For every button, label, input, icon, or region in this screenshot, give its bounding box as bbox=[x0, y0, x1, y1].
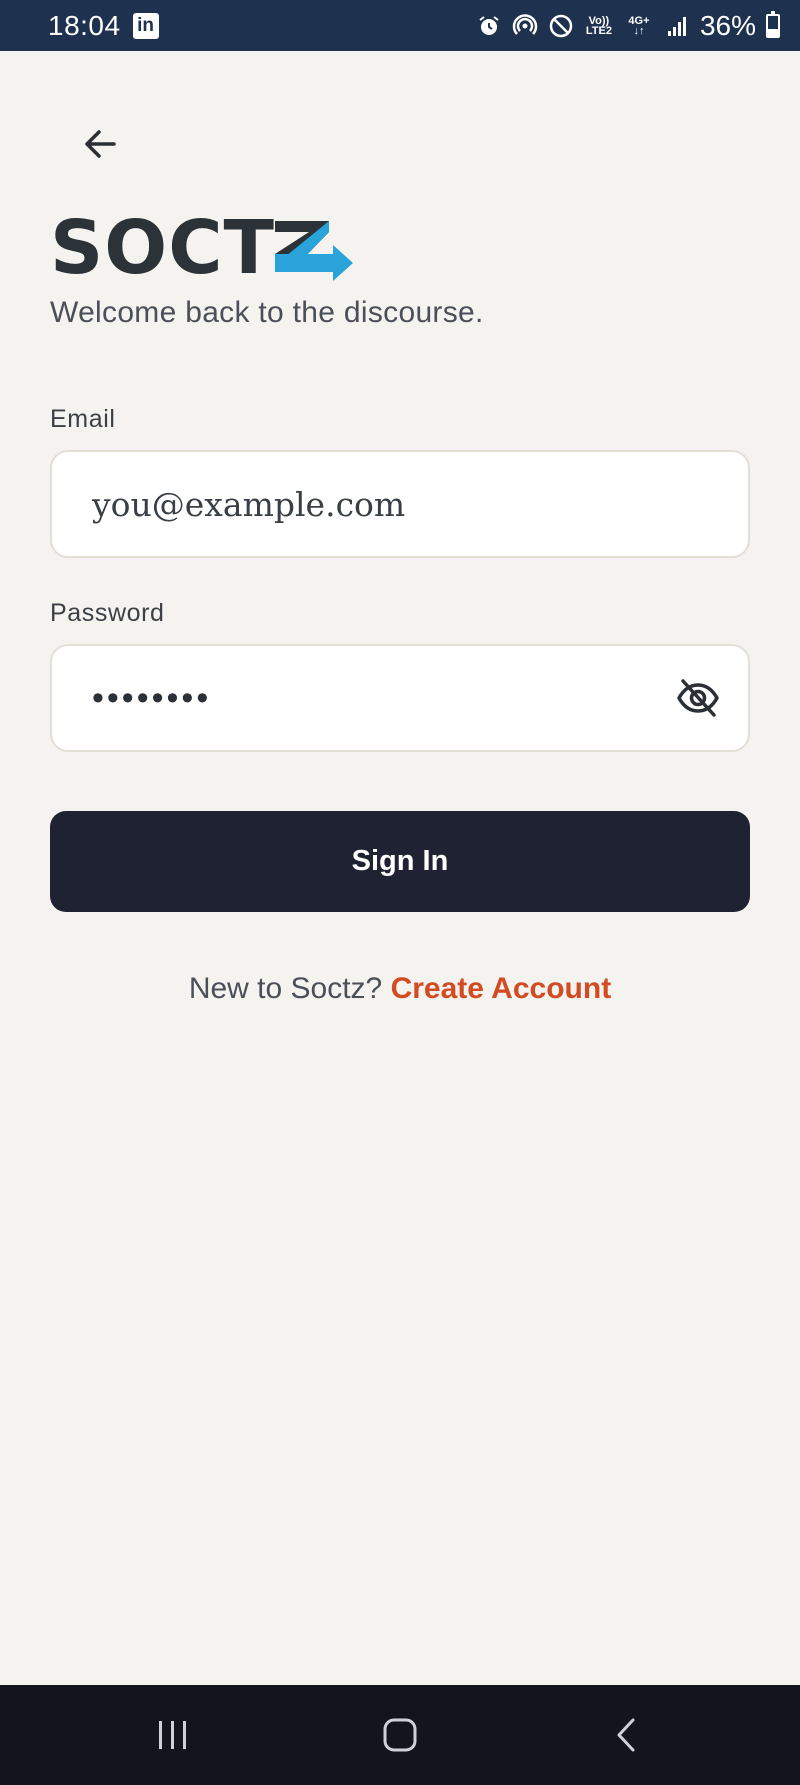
tagline: Welcome back to the discourse. bbox=[50, 296, 484, 329]
email-field[interactable] bbox=[50, 450, 750, 558]
recent-apps-icon bbox=[159, 1721, 187, 1749]
eye-off-icon bbox=[677, 679, 719, 717]
soctz-logo: SOCT bbox=[50, 205, 355, 291]
back-icon bbox=[617, 1718, 635, 1752]
linkedin-icon: in bbox=[132, 12, 159, 39]
data-arrows-icon: ↓↑ bbox=[633, 24, 645, 37]
status-left: 18:04 in bbox=[48, 10, 159, 42]
back-button[interactable] bbox=[70, 118, 130, 170]
battery-icon bbox=[766, 10, 780, 38]
nav-back-button[interactable] bbox=[587, 1695, 667, 1775]
home-button[interactable] bbox=[360, 1695, 440, 1775]
home-icon bbox=[383, 1718, 417, 1752]
status-bar: 18:04 in Vo)) LTE2 4G+ ↓↑ 36% bbox=[0, 0, 800, 51]
volte-icon: Vo)) LTE2 bbox=[584, 13, 614, 39]
password-input[interactable]: •••••••• bbox=[92, 679, 672, 718]
battery-percent: 36% bbox=[699, 9, 756, 41]
password-label: Password bbox=[50, 599, 165, 627]
volte-label-top: Vo)) bbox=[588, 14, 610, 27]
email-label: Email bbox=[50, 405, 116, 433]
volte-label-bottom: LTE2 bbox=[585, 24, 612, 37]
do-not-disturb-icon bbox=[548, 13, 574, 39]
logo-text: SOCT bbox=[50, 205, 275, 291]
network-type-icon: 4G+ ↓↑ bbox=[624, 13, 654, 39]
status-time: 18:04 bbox=[48, 9, 121, 41]
signup-prompt-line: New to Soctz? Create Account bbox=[0, 972, 800, 1006]
logo-z-arrow-icon bbox=[275, 221, 353, 281]
create-account-link[interactable]: Create Account bbox=[391, 972, 612, 1005]
recent-apps-button[interactable] bbox=[133, 1695, 213, 1775]
status-right: Vo)) LTE2 4G+ ↓↑ 36% bbox=[476, 10, 780, 42]
email-input[interactable] bbox=[92, 484, 708, 524]
signup-prompt: New to Soctz? bbox=[188, 972, 383, 1005]
sign-in-button[interactable]: Sign In bbox=[50, 811, 750, 912]
password-visibility-toggle[interactable] bbox=[672, 672, 724, 724]
alarm-icon bbox=[476, 13, 502, 39]
network-label: 4G+ bbox=[628, 14, 650, 27]
password-field[interactable]: •••••••• bbox=[50, 644, 750, 752]
arrow-left-icon bbox=[85, 130, 116, 158]
system-nav-bar bbox=[0, 1685, 800, 1785]
hotspot-icon bbox=[512, 13, 538, 39]
signal-icon bbox=[664, 13, 690, 39]
